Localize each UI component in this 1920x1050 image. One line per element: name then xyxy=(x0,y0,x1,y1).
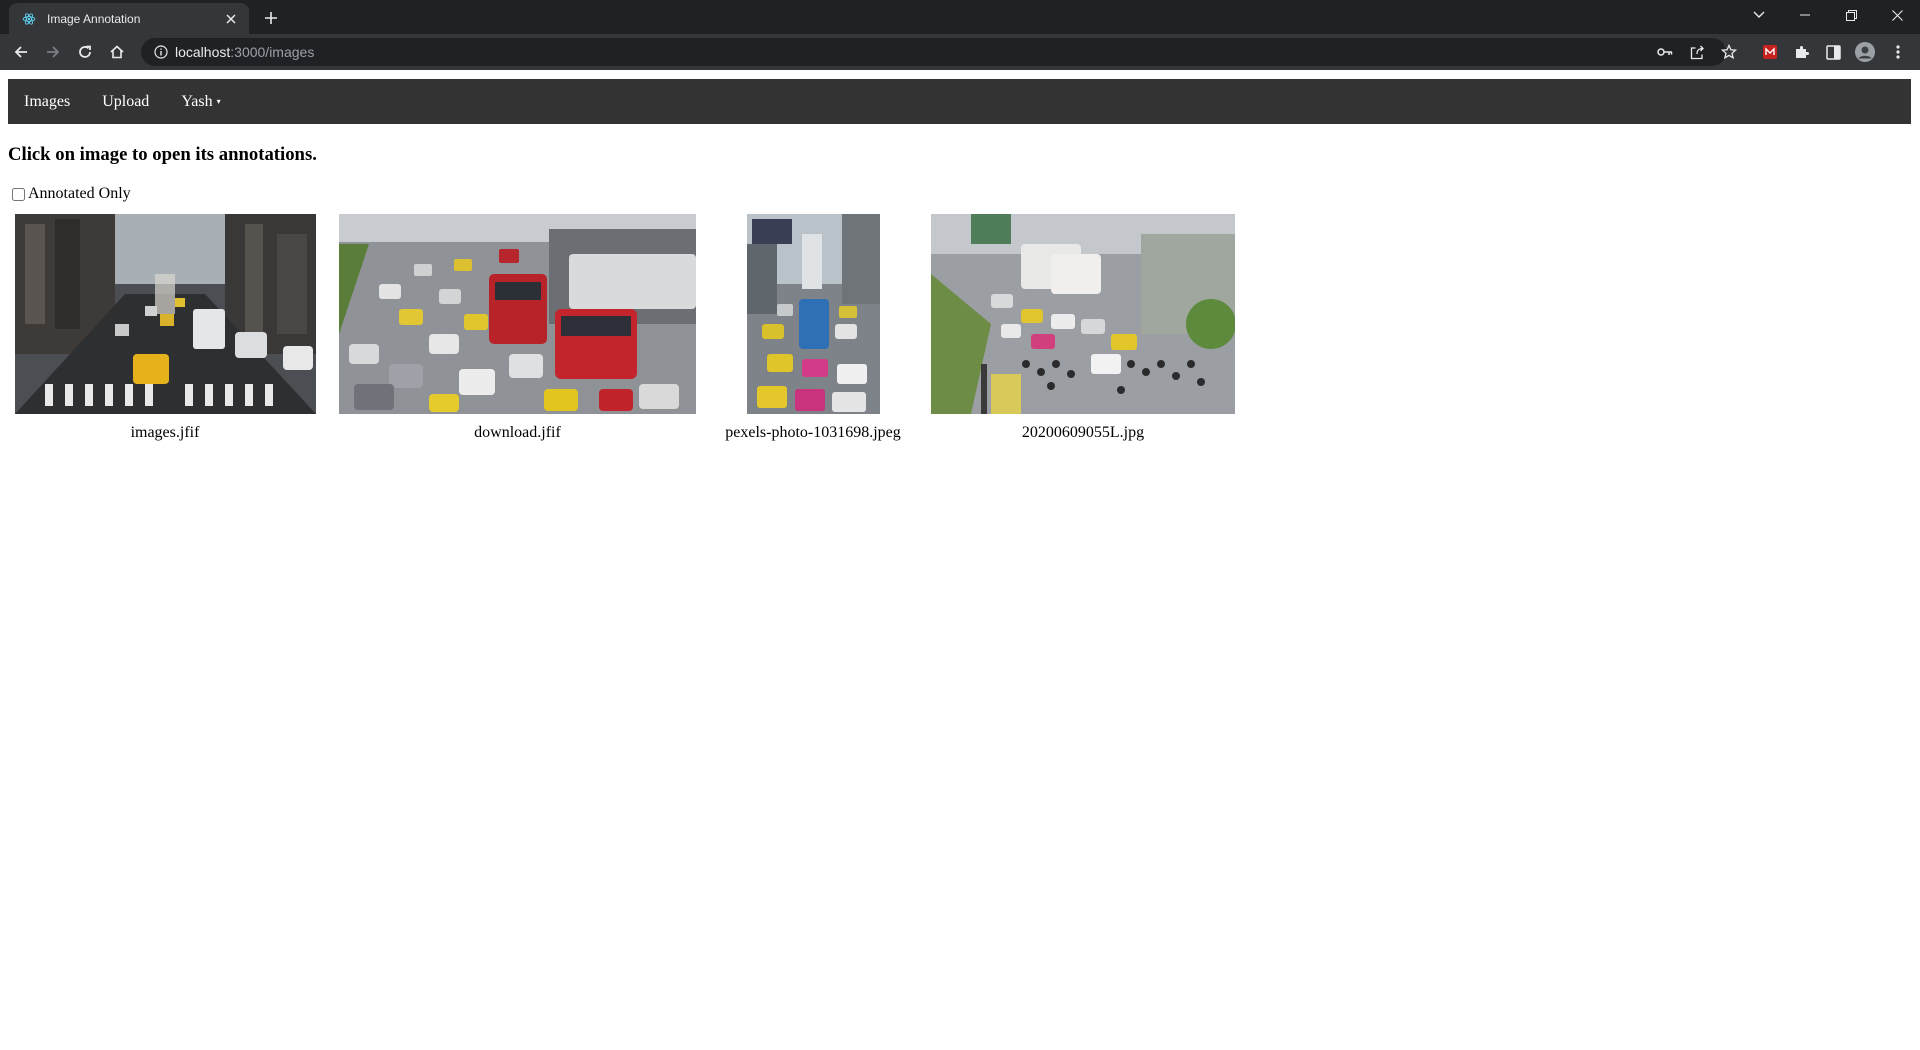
annotated-only-filter[interactable]: Annotated Only xyxy=(8,185,131,203)
minimize-icon[interactable] xyxy=(1782,0,1828,30)
extension-icon[interactable] xyxy=(1760,42,1780,62)
image-gallery: images.jfif download.jfif pexels-photo-1… xyxy=(0,214,1300,454)
new-tab-icon[interactable] xyxy=(260,7,282,29)
image-thumbnail[interactable] xyxy=(931,214,1235,414)
user-name: Yash xyxy=(181,92,213,110)
nav-images-link[interactable]: Images xyxy=(24,93,70,111)
extensions-puzzle-icon[interactable] xyxy=(1792,42,1812,62)
browser-tabstrip: Image Annotation xyxy=(0,0,1920,34)
app-navbar: Images Upload Yash ▾ xyxy=(8,79,1911,124)
reload-icon[interactable] xyxy=(75,42,95,62)
url-text: localhost:3000/images xyxy=(175,44,314,60)
image-thumbnail[interactable] xyxy=(339,214,696,414)
side-panel-icon[interactable] xyxy=(1823,42,1843,62)
image-thumbnail[interactable] xyxy=(746,214,880,414)
site-info-icon[interactable] xyxy=(153,44,169,60)
image-card[interactable]: pexels-photo-1031698.jpeg xyxy=(724,214,902,442)
image-thumbnail[interactable] xyxy=(14,214,316,414)
image-card[interactable]: images.jfif xyxy=(10,214,320,442)
browser-toolbar: localhost:3000/images xyxy=(0,34,1920,70)
image-filename: download.jfif xyxy=(474,424,561,441)
url-host: localhost xyxy=(175,44,231,60)
close-window-icon[interactable] xyxy=(1874,0,1920,30)
forward-icon[interactable] xyxy=(43,42,63,62)
annotated-only-checkbox[interactable] xyxy=(12,187,25,201)
browser-menu-icon[interactable] xyxy=(1888,42,1908,62)
tab-search-icon[interactable] xyxy=(1736,0,1782,30)
nav-user-dropdown[interactable]: Yash ▾ xyxy=(181,93,220,111)
image-filename: images.jfif xyxy=(130,424,200,441)
tab-close-icon[interactable] xyxy=(223,11,239,27)
image-filename: pexels-photo-1031698.jpeg xyxy=(725,424,901,441)
tab-title: Image Annotation xyxy=(47,11,141,26)
react-icon xyxy=(21,11,37,27)
page-instructions: Click on image to open its annotations. xyxy=(8,144,317,165)
key-icon[interactable] xyxy=(1657,44,1673,60)
url-path: :3000/images xyxy=(230,44,315,60)
browser-tab[interactable]: Image Annotation xyxy=(9,3,249,34)
profile-avatar-icon[interactable] xyxy=(1855,42,1875,62)
home-icon[interactable] xyxy=(107,42,127,62)
nav-upload-link[interactable]: Upload xyxy=(102,93,149,111)
image-filename: 20200609055L.jpg xyxy=(1021,424,1145,441)
share-icon[interactable] xyxy=(1689,44,1705,60)
restore-icon[interactable] xyxy=(1828,0,1874,30)
image-card[interactable]: download.jfif xyxy=(339,214,696,442)
back-icon[interactable] xyxy=(11,42,31,62)
address-bar[interactable]: localhost:3000/images xyxy=(141,38,1737,66)
image-card[interactable]: 20200609055L.jpg xyxy=(931,214,1235,442)
bookmark-star-icon[interactable] xyxy=(1721,44,1737,60)
annotated-only-label: Annotated Only xyxy=(28,185,131,202)
caret-down-icon: ▾ xyxy=(216,96,221,106)
